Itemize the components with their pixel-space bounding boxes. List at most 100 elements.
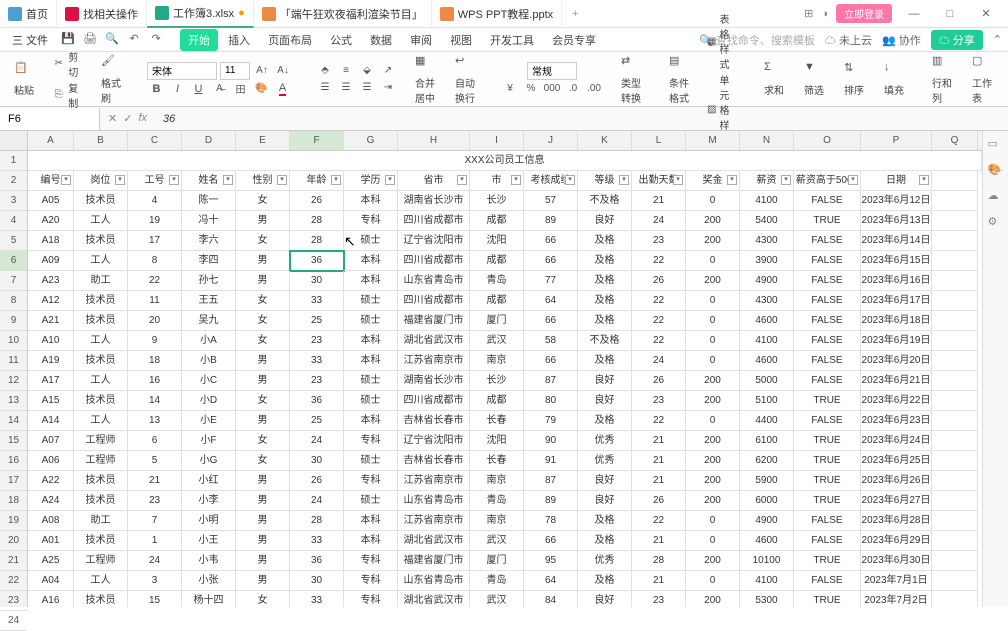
data-cell[interactable]: 30 (290, 571, 344, 591)
data-cell[interactable]: 0 (686, 511, 740, 531)
data-cell[interactable]: 沈阳 (470, 431, 524, 451)
select-all-corner[interactable] (0, 131, 28, 151)
column-header[interactable]: G (344, 131, 398, 150)
data-cell[interactable]: 女 (236, 431, 290, 451)
column-header[interactable]: H (398, 131, 470, 150)
data-cell[interactable]: 3900 (740, 251, 794, 271)
data-cell[interactable]: 技术员 (74, 491, 128, 511)
share-button[interactable]: ☁ 分享 (931, 30, 983, 50)
data-cell[interactable]: 0 (686, 291, 740, 311)
data-cell[interactable]: 专科 (344, 571, 398, 591)
data-cell[interactable]: 良好 (578, 391, 632, 411)
data-cell[interactable]: 助工 (74, 271, 128, 291)
data-cell[interactable]: 不及格 (578, 191, 632, 211)
theme-icon[interactable]: ◑ (821, 8, 828, 20)
currency-icon[interactable]: ¥ (501, 81, 519, 97)
data-cell[interactable]: 87 (524, 471, 578, 491)
data-cell[interactable]: 200 (686, 431, 740, 451)
data-cell[interactable]: 22 (632, 291, 686, 311)
data-cell[interactable]: 福建省厦门市 (398, 551, 470, 571)
document-tab[interactable]: 工作簿3.xlsx● (147, 0, 254, 28)
ribbon-tab[interactable]: 开发工具 (482, 29, 542, 51)
data-cell[interactable]: 66 (524, 351, 578, 371)
data-cell[interactable]: 2023年6月12日 (861, 191, 932, 211)
data-cell[interactable]: 小李 (182, 491, 236, 511)
data-cell[interactable]: 技术员 (74, 231, 128, 251)
column-header[interactable]: M (686, 131, 740, 150)
data-cell[interactable]: 2023年6月14日 (861, 231, 932, 251)
data-cell[interactable]: 24 (128, 551, 182, 571)
data-cell[interactable]: 本科 (344, 511, 398, 531)
data-cell[interactable]: 4600 (740, 311, 794, 331)
data-cell[interactable]: FALSE (794, 531, 861, 551)
data-cell[interactable]: 男 (236, 471, 290, 491)
data-cell[interactable]: TRUE (794, 471, 861, 491)
data-cell[interactable]: A24 (28, 491, 74, 511)
data-cell[interactable]: 64 (524, 571, 578, 591)
data-cell[interactable]: A09 (28, 251, 74, 271)
row-header[interactable]: 5 (0, 231, 27, 251)
data-cell[interactable]: 26 (632, 271, 686, 291)
data-cell[interactable]: A15 (28, 391, 74, 411)
data-cell[interactable]: TRUE (794, 431, 861, 451)
data-cell[interactable]: 陈一 (182, 191, 236, 211)
data-cell[interactable]: 28 (290, 231, 344, 251)
data-cell[interactable]: 南京 (470, 511, 524, 531)
data-cell[interactable]: 专科 (344, 471, 398, 491)
data-cell[interactable]: 22 (632, 251, 686, 271)
data-cell[interactable]: 王五 (182, 291, 236, 311)
data-cell[interactable]: 1 (128, 531, 182, 551)
border-icon[interactable]: 田 (232, 81, 250, 97)
data-cell[interactable]: 江苏省南京市 (398, 471, 470, 491)
data-cell[interactable]: 6000 (740, 491, 794, 511)
data-cell[interactable]: 23 (632, 391, 686, 411)
filter-button[interactable]: ▼筛选 (798, 59, 830, 99)
data-cell[interactable]: 10100 (740, 551, 794, 571)
data-cell[interactable]: 24 (290, 431, 344, 451)
filter-dropdown-icon[interactable]: ▾ (277, 175, 287, 185)
data-cell[interactable]: 良好 (578, 471, 632, 491)
data-cell[interactable]: 青岛 (470, 271, 524, 291)
data-cell[interactable]: 200 (686, 391, 740, 411)
row-header[interactable]: 8 (0, 291, 27, 311)
bold-icon[interactable]: B (148, 81, 166, 97)
data-cell[interactable]: 21 (632, 471, 686, 491)
data-cell[interactable]: 男 (236, 531, 290, 551)
data-cell[interactable]: 男 (236, 571, 290, 591)
data-cell[interactable]: 89 (524, 211, 578, 231)
data-cell[interactable]: 长沙 (470, 371, 524, 391)
data-cell[interactable]: 36 (290, 551, 344, 571)
undo-icon[interactable]: ↶ (126, 32, 142, 48)
ribbon-tab[interactable]: 开始 (180, 29, 218, 51)
data-cell[interactable]: 22 (632, 411, 686, 431)
data-cell[interactable]: A21 (28, 311, 74, 331)
data-cell[interactable]: TRUE (794, 491, 861, 511)
align-mid-icon[interactable]: ≡ (337, 63, 355, 79)
header-cell[interactable]: 等级▾ (578, 171, 632, 191)
data-cell[interactable]: 22 (632, 311, 686, 331)
data-cell[interactable]: 28 (290, 511, 344, 531)
filter-dropdown-icon[interactable]: ▾ (673, 175, 683, 185)
data-cell[interactable]: 南京 (470, 351, 524, 371)
data-cell[interactable]: 21 (632, 571, 686, 591)
row-header[interactable]: 9 (0, 311, 27, 331)
data-cell[interactable]: 硕士 (344, 371, 398, 391)
data-cell[interactable]: 小C (182, 371, 236, 391)
data-cell[interactable]: A04 (28, 571, 74, 591)
data-cell[interactable]: 不及格 (578, 331, 632, 351)
data-cell[interactable]: 26 (632, 371, 686, 391)
data-cell[interactable]: 小G (182, 451, 236, 471)
merge-button[interactable]: ▦合并居中 (409, 52, 441, 107)
data-cell[interactable]: FALSE (794, 251, 861, 271)
column-header[interactable]: F (290, 131, 344, 150)
data-cell[interactable]: 4100 (740, 331, 794, 351)
data-cell[interactable]: 山东省青岛市 (398, 491, 470, 511)
align-right-icon[interactable]: ☰ (358, 80, 376, 96)
data-cell[interactable]: 90 (524, 431, 578, 451)
data-cell[interactable]: 89 (524, 491, 578, 511)
data-cell[interactable]: 200 (686, 211, 740, 231)
data-cell[interactable]: 本科 (344, 251, 398, 271)
data-cell[interactable]: TRUE (794, 391, 861, 411)
data-cell[interactable]: 小王 (182, 531, 236, 551)
cut-icon[interactable]: ✂ (52, 56, 65, 72)
